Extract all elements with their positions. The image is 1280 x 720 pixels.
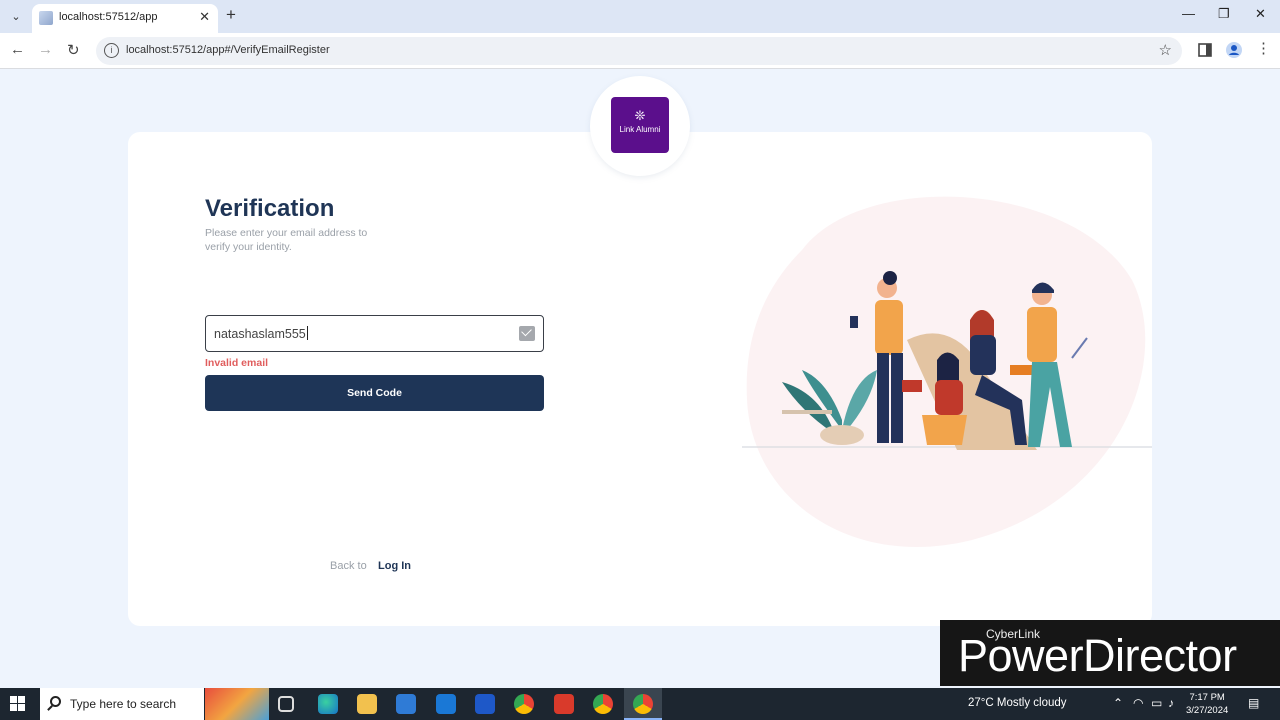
wps-icon[interactable] — [554, 694, 574, 714]
taskbar-search-box[interactable]: Type here to search — [40, 688, 204, 720]
tray-chevron-icon[interactable]: ⌃ — [1113, 696, 1123, 710]
tab-title: localhost:57512/app — [59, 11, 158, 23]
volume-icon[interactable]: ♪ — [1168, 696, 1174, 710]
email-error-message: Invalid email — [205, 357, 269, 369]
clock-time: 7:17 PM — [1189, 692, 1225, 703]
logo-mark-icon: ❊ — [634, 108, 646, 123]
close-tab-icon[interactable]: ✕ — [199, 9, 210, 25]
windows-taskbar: Type here to search 27°C Mostly cloudy ⌃… — [0, 688, 1280, 720]
chrome-active-icon — [633, 694, 653, 714]
email-field-value: natashaslam555 — [214, 326, 308, 341]
forward-icon[interactable]: → — [38, 41, 53, 58]
more-menu-icon[interactable]: ⋮ — [1256, 39, 1271, 57]
profile-avatar-icon[interactable] — [1226, 42, 1242, 58]
page-subtitle: Please enter your email address to verif… — [205, 227, 368, 253]
chrome-icon[interactable] — [514, 694, 534, 714]
back-to-text: Back to — [330, 560, 367, 572]
tab-strip: ⌄ localhost:57512/app ✕ + — ❐ ✕ — [0, 0, 1280, 33]
windows-start-icon[interactable] — [10, 696, 26, 712]
page-title: Verification — [205, 195, 335, 222]
tab-search-chevron-icon[interactable]: ⌄ — [6, 7, 26, 27]
taskbar-search-placeholder: Type here to search — [70, 697, 177, 711]
system-clock[interactable]: 7:17 PM 3/27/2024 — [1186, 691, 1228, 717]
text-caret — [306, 326, 308, 340]
url-text: localhost:57512/app#/VerifyEmailRegister — [126, 44, 330, 56]
logo-text: Link Alumni — [619, 125, 661, 134]
notifications-icon[interactable]: ▤ — [1248, 696, 1259, 710]
people-illustration — [742, 196, 1152, 548]
chrome-profile-icon[interactable] — [593, 694, 613, 714]
send-code-button[interactable]: Send Code — [205, 375, 544, 411]
store-icon[interactable] — [396, 694, 416, 714]
favicon-icon — [39, 11, 53, 25]
powerdirector-watermark: CyberLink PowerDirector — [940, 620, 1280, 686]
new-tab-button[interactable]: + — [226, 5, 236, 25]
bookmark-star-icon[interactable]: ☆ — [1159, 41, 1172, 59]
battery-icon[interactable]: ▭ — [1151, 696, 1162, 710]
network-icon[interactable]: ◠ — [1133, 696, 1143, 710]
restore-icon[interactable]: ❐ — [1218, 6, 1230, 22]
app-logo: ❊ Link Alumni — [611, 97, 669, 153]
login-link[interactable]: Log In — [378, 560, 411, 572]
reload-icon[interactable]: ↻ — [67, 41, 80, 59]
back-icon[interactable]: ← — [10, 41, 25, 58]
search-icon — [50, 696, 61, 707]
address-bar[interactable]: i localhost:57512/app#/VerifyEmailRegist… — [96, 37, 1182, 65]
clock-date: 3/27/2024 — [1186, 705, 1229, 716]
search-highlight-image[interactable] — [205, 688, 269, 720]
mail-app-icon[interactable] — [436, 694, 456, 714]
edge-icon[interactable] — [318, 694, 338, 714]
close-window-icon[interactable]: ✕ — [1255, 6, 1266, 22]
task-view-icon[interactable] — [278, 696, 294, 712]
email-field[interactable]: natashaslam555 — [205, 315, 544, 352]
minimize-icon[interactable]: — — [1182, 6, 1195, 21]
watermark-product: PowerDirector — [958, 630, 1237, 681]
active-app-chrome[interactable] — [624, 688, 662, 720]
word-icon[interactable] — [475, 694, 495, 714]
browser-tab[interactable]: localhost:57512/app ✕ — [32, 4, 218, 33]
side-panel-icon[interactable] — [1197, 42, 1213, 58]
site-info-icon[interactable]: i — [104, 43, 119, 58]
weather-widget[interactable]: 27°C Mostly cloudy — [968, 697, 1067, 709]
file-explorer-icon[interactable] — [357, 694, 377, 714]
mail-icon — [519, 326, 535, 341]
browser-toolbar: ← → ↻ i localhost:57512/app#/VerifyEmail… — [0, 33, 1280, 69]
